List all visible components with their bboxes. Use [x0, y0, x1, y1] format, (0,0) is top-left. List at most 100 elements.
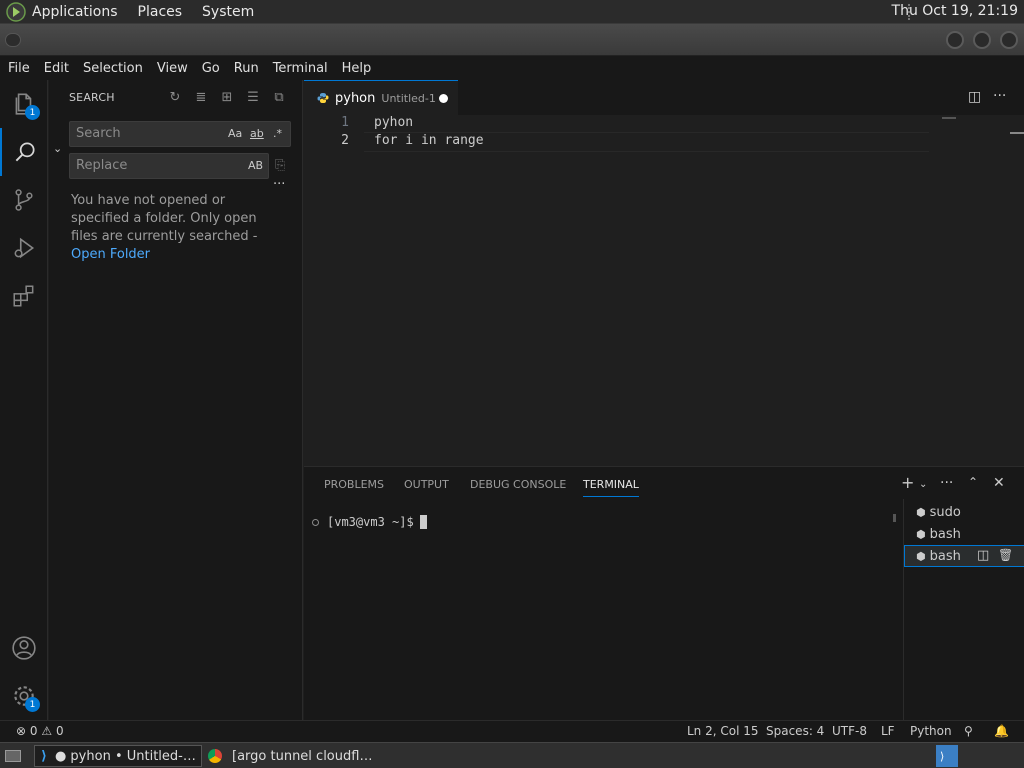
- match-whole-word-toggle[interactable]: ab: [250, 122, 264, 146]
- menu-go[interactable]: Go: [195, 61, 227, 76]
- refresh-icon[interactable]: ↻: [167, 90, 183, 106]
- menu-file[interactable]: File: [0, 61, 37, 76]
- collapse-all-icon[interactable]: ⧉: [271, 90, 287, 106]
- system-menu[interactable]: System: [202, 4, 254, 20]
- gnome-foot-icon[interactable]: [6, 1, 26, 22]
- code-line[interactable]: pyhon: [374, 115, 413, 130]
- editor-tab-bar: pyhon Untitled-1 ◫ ···: [304, 80, 1024, 115]
- terminal-tabs-list: ⬢ sudo ⬢ bash ⬢ bash ◫ 🗑: [903, 499, 1024, 721]
- unsaved-dot-icon[interactable]: [439, 94, 448, 103]
- bottom-panel: PROBLEMS OUTPUT DEBUG CONSOLE TERMINAL +…: [304, 466, 1024, 721]
- terminal-dropdown-chevron-icon[interactable]: ⌄: [919, 479, 927, 490]
- warning-icon: ⚠: [41, 724, 53, 738]
- new-search-editor-icon[interactable]: ⊞: [219, 90, 235, 106]
- clear-results-icon[interactable]: ≣: [193, 90, 209, 106]
- menu-view[interactable]: View: [150, 61, 195, 76]
- menu-edit[interactable]: Edit: [37, 61, 76, 76]
- explorer-button[interactable]: 1: [0, 80, 48, 128]
- terminal-output[interactable]: [vm3@vm3 ~]$: [312, 515, 427, 529]
- menu-selection[interactable]: Selection: [76, 61, 150, 76]
- tab-problems[interactable]: PROBLEMS: [324, 478, 384, 491]
- search-view-button[interactable]: [0, 128, 48, 176]
- chrome-icon: [208, 749, 222, 763]
- clock[interactable]: Thu Oct 19, 21:19: [892, 3, 1018, 19]
- eol-status[interactable]: LF: [881, 724, 895, 738]
- system-top-panel: Applications Places System Thu Oct 19, 2…: [0, 0, 1024, 24]
- replace-input[interactable]: Replace AB: [69, 153, 269, 179]
- menu-terminal[interactable]: Terminal: [266, 61, 335, 76]
- overview-ruler-cursor: [1010, 132, 1024, 134]
- feedback-icon[interactable]: ⚲: [964, 724, 973, 738]
- minimize-button[interactable]: [946, 31, 964, 49]
- terminal-item-bash-selected[interactable]: ⬢ bash ◫ 🗑: [904, 545, 1024, 567]
- regex-toggle[interactable]: .*: [273, 122, 282, 146]
- search-input[interactable]: Search Aa ab .*: [69, 121, 291, 147]
- editor-more-actions-icon[interactable]: ···: [993, 88, 1006, 104]
- terminal-item-label: bash: [929, 526, 961, 542]
- close-window-button[interactable]: [1000, 31, 1018, 49]
- run-debug-button[interactable]: [0, 224, 48, 272]
- indentation-status[interactable]: Spaces: 4: [766, 724, 824, 738]
- taskbar-item-label: [argo tunnel cloudfl…: [232, 748, 373, 764]
- split-terminal-icon[interactable]: ◫: [977, 548, 989, 563]
- close-panel-icon[interactable]: ✕: [993, 475, 1005, 491]
- terminal-icon: ⬢: [916, 505, 926, 519]
- menu-run[interactable]: Run: [227, 61, 266, 76]
- manage-button[interactable]: 1: [0, 672, 48, 720]
- replace-all-icon[interactable]: ⎘: [275, 158, 285, 173]
- tab-output[interactable]: OUTPUT: [404, 478, 449, 491]
- language-mode[interactable]: Python: [910, 724, 952, 738]
- terminal-item-sudo[interactable]: ⬢ sudo: [904, 501, 1024, 523]
- view-as-tree-icon[interactable]: ☰: [245, 90, 261, 106]
- terminal-item-bash[interactable]: ⬢ bash: [904, 523, 1024, 545]
- replace-placeholder: Replace: [76, 158, 128, 173]
- code-editor[interactable]: 1 pyhon 2 for i in range: [304, 115, 1024, 465]
- menu-bar: File Edit Selection View Go Run Terminal…: [0, 56, 1024, 80]
- taskbar-vscode-window[interactable]: ⟩ ● pyhon • Untitled-…: [34, 745, 202, 767]
- line-number: 1: [341, 115, 349, 130]
- run-debug-icon: [14, 237, 35, 259]
- window-menu-icon[interactable]: [5, 33, 21, 47]
- terminal-item-label: bash: [929, 548, 961, 564]
- sidebar-title: SEARCH: [69, 91, 115, 104]
- source-control-button[interactable]: [0, 176, 48, 224]
- preserve-case-toggle[interactable]: AB: [248, 154, 263, 178]
- places-menu[interactable]: Places: [138, 4, 183, 20]
- search-sidebar: SEARCH ↻ ≣ ⊞ ☰ ⧉ ⌄ Search Aa ab .* Repla…: [49, 80, 303, 720]
- accounts-button[interactable]: [0, 624, 48, 672]
- workspace-switcher[interactable]: ⟩: [936, 745, 958, 767]
- line-number: 2: [341, 133, 349, 148]
- extensions-icon: [13, 285, 34, 307]
- maximize-button[interactable]: [973, 31, 991, 49]
- open-folder-link[interactable]: Open Folder: [71, 247, 150, 262]
- tab-debug-console[interactable]: DEBUG CONSOLE: [470, 478, 566, 491]
- warning-count: 0: [55, 724, 64, 738]
- match-case-toggle[interactable]: Aa: [228, 122, 242, 146]
- minimap[interactable]: [942, 117, 956, 119]
- split-editor-icon[interactable]: ◫: [968, 89, 981, 105]
- extensions-button[interactable]: [0, 272, 48, 320]
- new-terminal-icon[interactable]: +: [901, 473, 914, 492]
- kill-terminal-trash-icon[interactable]: 🗑: [998, 548, 1013, 562]
- editor-tab[interactable]: pyhon Untitled-1: [304, 80, 458, 115]
- notifications-bell-icon[interactable]: 🔔: [994, 724, 1009, 738]
- terminal-scrollbar[interactable]: [893, 514, 896, 522]
- encoding-status[interactable]: UTF-8: [832, 724, 867, 738]
- terminal-prompt: [vm3@vm3 ~]$: [327, 515, 414, 529]
- tab-terminal[interactable]: TERMINAL: [583, 478, 639, 497]
- show-desktop-icon[interactable]: [2, 745, 24, 767]
- applications-menu[interactable]: Applications: [32, 4, 118, 20]
- cursor-position[interactable]: Ln 2, Col 15: [687, 724, 759, 738]
- problems-status[interactable]: ⊗ 0 ⚠ 0: [16, 724, 64, 738]
- command-decoration-icon[interactable]: [312, 518, 319, 526]
- menu-help[interactable]: Help: [335, 61, 379, 76]
- panel-more-actions-icon[interactable]: ···: [940, 475, 953, 491]
- source-control-icon: [15, 189, 33, 211]
- search-icon: [15, 142, 35, 162]
- maximize-panel-icon[interactable]: ⌃: [968, 475, 978, 489]
- more-options-icon[interactable]: ···: [273, 177, 285, 192]
- code-line[interactable]: for i in range: [374, 133, 484, 148]
- window-titlebar[interactable]: [0, 24, 1024, 56]
- taskbar-chrome-window[interactable]: [argo tunnel cloudfl…: [204, 745, 404, 767]
- toggle-replace-chevron-icon[interactable]: ⌄: [53, 142, 62, 155]
